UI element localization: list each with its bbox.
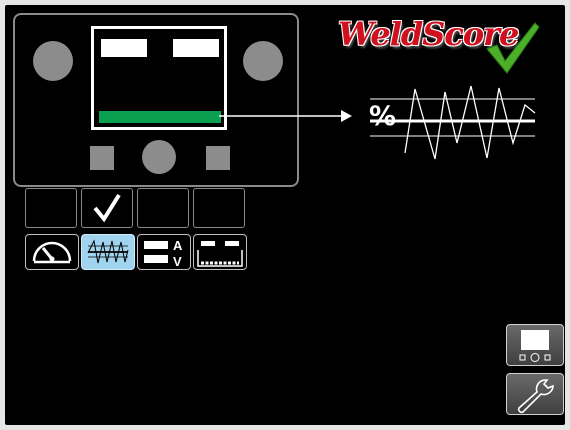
checkmark-icon — [93, 193, 121, 223]
gauge-mode-button[interactable] — [25, 234, 79, 270]
waveform-icon — [87, 239, 129, 264]
tab-slot-1[interactable] — [25, 188, 77, 228]
waveform-mode-button[interactable] — [81, 234, 135, 270]
display-panel-icon — [519, 330, 551, 362]
amps-volts-mode-button[interactable]: A V — [137, 234, 191, 270]
volts-label: V — [173, 254, 182, 269]
meters-bar-mode-button[interactable] — [193, 234, 247, 270]
tab-slot-2[interactable] — [81, 188, 133, 228]
weld-waveform-graph — [370, 85, 536, 160]
tab-slot-4[interactable] — [193, 188, 245, 228]
settings-button[interactable] — [506, 373, 564, 415]
wrench-icon — [517, 379, 554, 414]
gauge-icon — [32, 241, 72, 264]
tab-slot-3[interactable] — [137, 188, 189, 228]
amps-volts-icon: A V — [144, 238, 183, 269]
screen-bezel: WeldScore % A V — [0, 0, 570, 430]
logo-check-icon — [486, 22, 540, 74]
display-panel-button[interactable] — [506, 324, 564, 366]
display-area: WeldScore % A V — [5, 5, 565, 425]
meters-bar-icon — [197, 241, 243, 267]
amps-label: A — [173, 238, 183, 253]
